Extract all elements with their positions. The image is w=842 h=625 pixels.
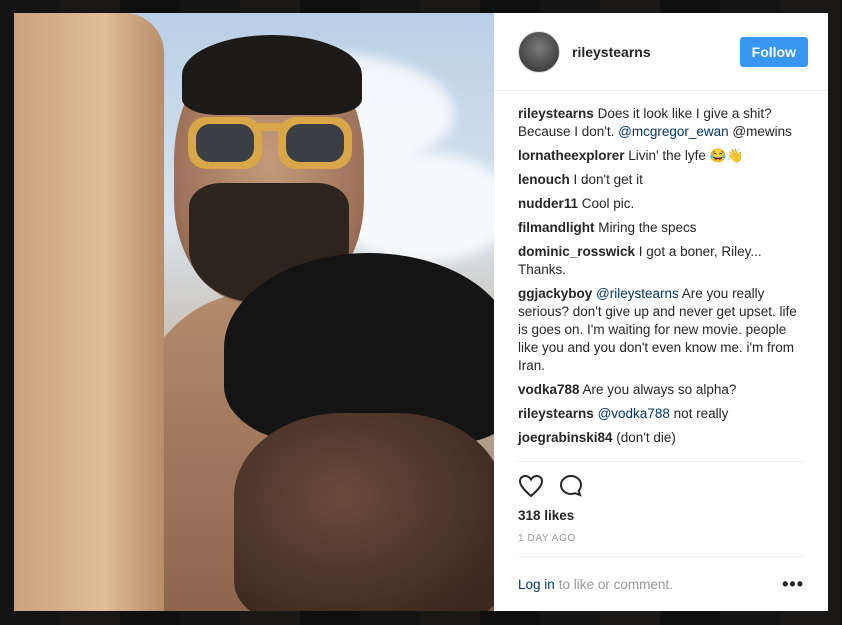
comment-text: I don't get it xyxy=(569,172,643,187)
comment: nudder11 Cool pic. xyxy=(518,195,804,213)
comment-username[interactable]: rileystearns xyxy=(518,406,594,421)
username[interactable]: rileystearns xyxy=(572,44,740,60)
post-header: rileystearns Follow xyxy=(494,13,828,91)
comment: lenouch I don't get it xyxy=(518,171,804,189)
comment: ggjackyboy @rileystearns Are you really … xyxy=(518,285,804,375)
photo-face xyxy=(234,413,494,611)
comment-text: (don't die) xyxy=(612,430,676,445)
comment: rileystearns Does it look like I give a … xyxy=(518,105,804,141)
comment: dominic_rosswick I got a boner, Riley...… xyxy=(518,243,804,279)
more-options-icon[interactable]: ••• xyxy=(782,574,804,595)
login-prompt-text: to like or comment. xyxy=(558,576,673,592)
comment-username[interactable]: nudder11 xyxy=(518,196,578,211)
login-link[interactable]: Log in xyxy=(518,577,555,592)
comment-username[interactable]: ggjackyboy xyxy=(518,286,592,301)
post-modal: rileystearns Follow rileystearns Does it… xyxy=(14,13,828,611)
comment-text: not really xyxy=(669,406,729,421)
comment-text: @mewins xyxy=(728,124,792,139)
photo-arm xyxy=(14,13,164,611)
post-sidebar: rileystearns Follow rileystearns Does it… xyxy=(494,13,828,611)
comment-username[interactable]: lornatheexplorer xyxy=(518,148,625,163)
comment-username[interactable]: rileystearns xyxy=(518,106,594,121)
comment-mention-link[interactable]: @mcgregor_ewan xyxy=(618,124,729,139)
photo-hair xyxy=(182,35,362,115)
likes-count[interactable]: 318 likes xyxy=(518,508,804,523)
footer: Log in to like or comment. ••• xyxy=(518,556,804,611)
comment-username[interactable]: vodka788 xyxy=(518,382,580,397)
comment-username[interactable]: lenouch xyxy=(518,172,570,187)
comment-text: Cool pic. xyxy=(578,196,635,211)
actions-area: 318 likes 1 DAY AGO xyxy=(518,461,804,556)
avatar[interactable] xyxy=(518,30,560,73)
photo-sunglasses xyxy=(188,117,352,169)
comment-text: Livin' the lyfe 😂👋 xyxy=(624,148,744,163)
comment-mention-link[interactable]: @vodka788 xyxy=(598,406,670,421)
comment: filmandlight Miring the specs xyxy=(518,219,804,237)
post-photo[interactable] xyxy=(14,13,494,611)
comment-mention-link[interactable]: @rileystearns xyxy=(596,286,679,301)
comment-username[interactable]: dominic_rosswick xyxy=(518,244,635,259)
comment-text: Miring the specs xyxy=(594,220,697,235)
heart-icon[interactable] xyxy=(518,474,544,498)
follow-button[interactable]: Follow xyxy=(739,36,808,67)
comment-username[interactable]: filmandlight xyxy=(518,220,595,235)
action-icons xyxy=(518,472,804,500)
comment-list: rileystearns Does it look like I give a … xyxy=(494,91,828,461)
comment: lornatheexplorer Livin' the lyfe 😂👋 xyxy=(518,147,804,165)
timestamp[interactable]: 1 DAY AGO xyxy=(518,533,804,556)
comment-bubble-icon[interactable] xyxy=(558,473,584,499)
comment: vodka788 Are you always so alpha? xyxy=(518,381,804,399)
comment-text: Are you always so alpha? xyxy=(579,382,737,397)
comment-username[interactable]: joegrabinski84 xyxy=(518,430,613,445)
comment: rileystearns @vodka788 not really xyxy=(518,405,804,423)
comment: joegrabinski84 (don't die) xyxy=(518,429,804,447)
